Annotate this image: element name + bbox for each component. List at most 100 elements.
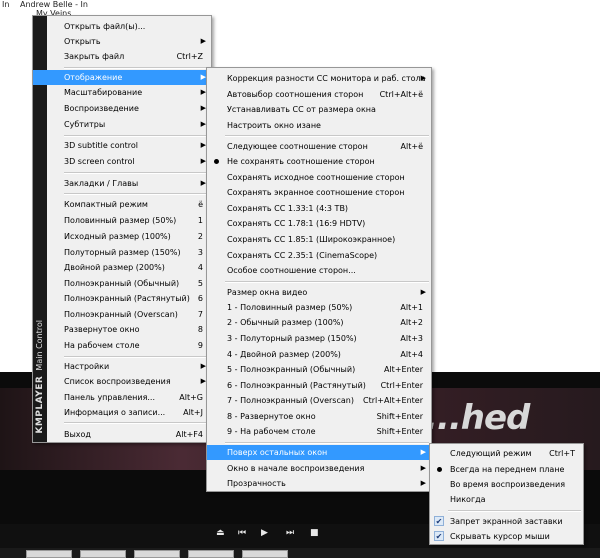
menu-item[interactable]: 3D screen control ▶ [33, 154, 211, 169]
menu-item[interactable]: Поверх остальных окон ▶ [207, 445, 431, 460]
taskbar-button[interactable] [188, 550, 234, 558]
bg-track-title: Andrew Belle - In [20, 0, 88, 9]
menu-item[interactable]: Сохранять СС 1.78:1 (16:9 HDTV) [207, 216, 431, 231]
menu-item[interactable]: Полноэкранный (Overscan) 7 [33, 307, 211, 322]
menu-item[interactable]: Прозрачность ▶ [207, 476, 431, 491]
menu-item-label: Следующий режим [450, 449, 532, 458]
menu-item-label: 4 - Двойной размер (200%) [227, 350, 341, 359]
menu-item[interactable]: Исходный размер (100%) 2 [33, 229, 211, 244]
menu-item[interactable]: На рабочем столе 9 [33, 338, 211, 353]
menu-item-shortcut: Alt+F4 [175, 430, 203, 439]
menu-separator [64, 135, 209, 137]
menu-item[interactable]: Воспроизведение ▶ [33, 101, 211, 116]
menu-item[interactable]: 4 - Двойной размер (200%) Alt+4 [207, 347, 431, 362]
menu-item[interactable]: Масштабирование ▶ [33, 85, 211, 100]
menu-item[interactable]: Компактный режим ё [33, 197, 211, 212]
menu-item[interactable]: Сохранять СС 1.33:1 (4:3 ТВ) [207, 201, 431, 216]
menu-item[interactable]: Всегда на переднем плане [430, 462, 583, 477]
next-icon[interactable]: ⏭ [286, 528, 294, 538]
menu-item[interactable]: Закладки / Главы ▶ [33, 176, 211, 191]
eject-icon[interactable]: ⏏ [216, 528, 225, 538]
menu-item[interactable]: Сохранять исходное соотношение сторон [207, 170, 431, 185]
menu-item[interactable]: Окно в начале воспроизведения ▶ [207, 461, 431, 476]
menu-item[interactable]: 1 - Половинный размер (50%) Alt+1 [207, 300, 431, 315]
menu-item[interactable]: Развернутое окно 8 [33, 322, 211, 337]
menu-item[interactable]: 3D subtitle control ▶ [33, 138, 211, 153]
menu-item-shortcut: 8 [197, 325, 203, 334]
menu-item-shortcut: Alt+Enter [383, 365, 423, 374]
menu-item-label: Масштабирование [64, 88, 143, 97]
menu-item[interactable]: Субтитры ▶ [33, 117, 211, 132]
menu-item-label: Сохранять СС 1.78:1 (16:9 HDTV) [227, 219, 366, 228]
menu-item[interactable]: Размер окна видео ▶ [207, 285, 431, 300]
menu-item[interactable]: Во время воспроизведения [430, 477, 583, 492]
menu-item[interactable]: Настройки ▶ [33, 359, 211, 374]
menu-item[interactable]: 8 - Развернутое окно Shift+Enter [207, 409, 431, 424]
menu-item[interactable]: Следующее соотношение сторон Alt+ё [207, 139, 431, 154]
menu-item[interactable]: Сохранять СС 1.85:1 (Широкоэкранное) [207, 232, 431, 247]
menu-item-shortcut: Alt+1 [400, 303, 423, 312]
menu-item[interactable]: ✔ Запрет экранной заставки [430, 514, 583, 529]
menu-item[interactable]: Открыть ▶ [33, 34, 211, 49]
menu-item[interactable]: Панель управления... Alt+G [33, 390, 211, 405]
menu-item[interactable]: Следующий режим Ctrl+T [430, 446, 583, 461]
menu-item[interactable]: Отображение ▶ [33, 70, 211, 85]
menu-item-label: Особое соотношение сторон... [227, 266, 356, 275]
menu-item[interactable]: 7 - Полноэкранный (Overscan) Ctrl+Alt+Ent… [207, 393, 431, 408]
menu-item[interactable]: Список воспроизведения ▶ [33, 374, 211, 389]
menu-item-label: Настройки [64, 362, 110, 371]
taskbar-button[interactable] [134, 550, 180, 558]
menu-item[interactable]: ✔ Скрывать курсор мыши [430, 529, 583, 544]
menu-separator [225, 135, 429, 137]
menu-item[interactable]: Сохранять СС 2.35:1 (CinemaScope) [207, 248, 431, 263]
menu-item[interactable]: Выход Alt+F4 [33, 427, 211, 442]
menu-item[interactable]: Никогда [430, 492, 583, 507]
menu-item-label: Запрет экранной заставки [450, 517, 563, 526]
taskbar-button[interactable] [80, 550, 126, 558]
prev-icon[interactable]: ⏮ [238, 528, 246, 538]
menu-item[interactable]: Информация о записи... Alt+J [33, 405, 211, 420]
menu-item-label: Закрыть файл [64, 52, 125, 61]
menu-item-label: Отображение [64, 73, 123, 82]
menu-item[interactable]: 6 - Полноэкранный (Растянутый) Ctrl+Enter [207, 378, 431, 393]
checkmark-icon: ✔ [434, 516, 444, 526]
menu-item[interactable]: Автовыбор соотношения сторон Ctrl+Alt+ё [207, 87, 431, 102]
menu-item[interactable]: Полноэкранный (Обычный) 5 [33, 276, 211, 291]
menu-item[interactable]: Сохранять экранное соотношение сторон [207, 185, 431, 200]
menu-item[interactable]: 5 - Полноэкранный (Обычный) Alt+Enter [207, 362, 431, 377]
menu-item[interactable]: 3 - Полуторный размер (150%) Alt+3 [207, 331, 431, 346]
menu-item-shortcut: Alt+G [179, 393, 203, 402]
menu-item[interactable]: Полуторный размер (150%) 3 [33, 245, 211, 260]
taskbar-button[interactable] [26, 550, 72, 558]
menu-item-shortcut: Alt+2 [400, 318, 423, 327]
bg-title-fragment: In [2, 0, 10, 9]
menu-item-label: Закладки / Главы [64, 179, 139, 188]
menu-item[interactable]: Двойной размер (200%) 4 [33, 260, 211, 275]
menu-item-label: Настроить окно изане [227, 121, 321, 130]
menu-item[interactable]: Устанавливать СС от размера окна [207, 102, 431, 117]
menu-item-shortcut: Ctrl+Alt+ё [379, 90, 423, 99]
menu-item[interactable]: Половинный размер (50%) 1 [33, 213, 211, 228]
menu-separator [225, 281, 429, 283]
stop-icon[interactable]: ■ [310, 528, 319, 538]
menu-item[interactable]: Полноэкранный (Растянутый) 6 [33, 291, 211, 306]
menu-separator [64, 67, 209, 69]
menu-item[interactable]: Закрыть файл Ctrl+Z [33, 49, 211, 64]
taskbar-button[interactable] [242, 550, 288, 558]
submenu-arrow-icon: ▶ [420, 74, 426, 82]
menu-item[interactable]: Настроить окно изане [207, 118, 431, 133]
menu-item-label: 9 - На рабочем столе [227, 427, 316, 436]
menu-item-label: Во время воспроизведения [450, 480, 566, 489]
menu-item-label: Сохранять СС 2.35:1 (CinemaScope) [227, 251, 378, 260]
play-icon[interactable]: ▶ [261, 528, 268, 538]
menu-item[interactable]: Коррекция разности СС монитора и раб. ст… [207, 71, 431, 86]
menu-item-shortcut: 9 [197, 341, 203, 350]
menu-item[interactable]: Открыть файл(ы)... [33, 19, 211, 34]
menu-item[interactable]: 9 - На рабочем столе Shift+Enter [207, 424, 431, 439]
menu-item[interactable]: Не сохранять соотношение сторон [207, 154, 431, 169]
menu-item-label: Скрывать курсор мыши [450, 532, 550, 541]
menu-item-label: Сохранять исходное соотношение сторон [227, 173, 405, 182]
menu-item-label: Коррекция разности СС монитора и раб. ст… [227, 74, 426, 83]
menu-item[interactable]: 2 - Обычный размер (100%) Alt+2 [207, 315, 431, 330]
menu-item[interactable]: Особое соотношение сторон... [207, 263, 431, 278]
